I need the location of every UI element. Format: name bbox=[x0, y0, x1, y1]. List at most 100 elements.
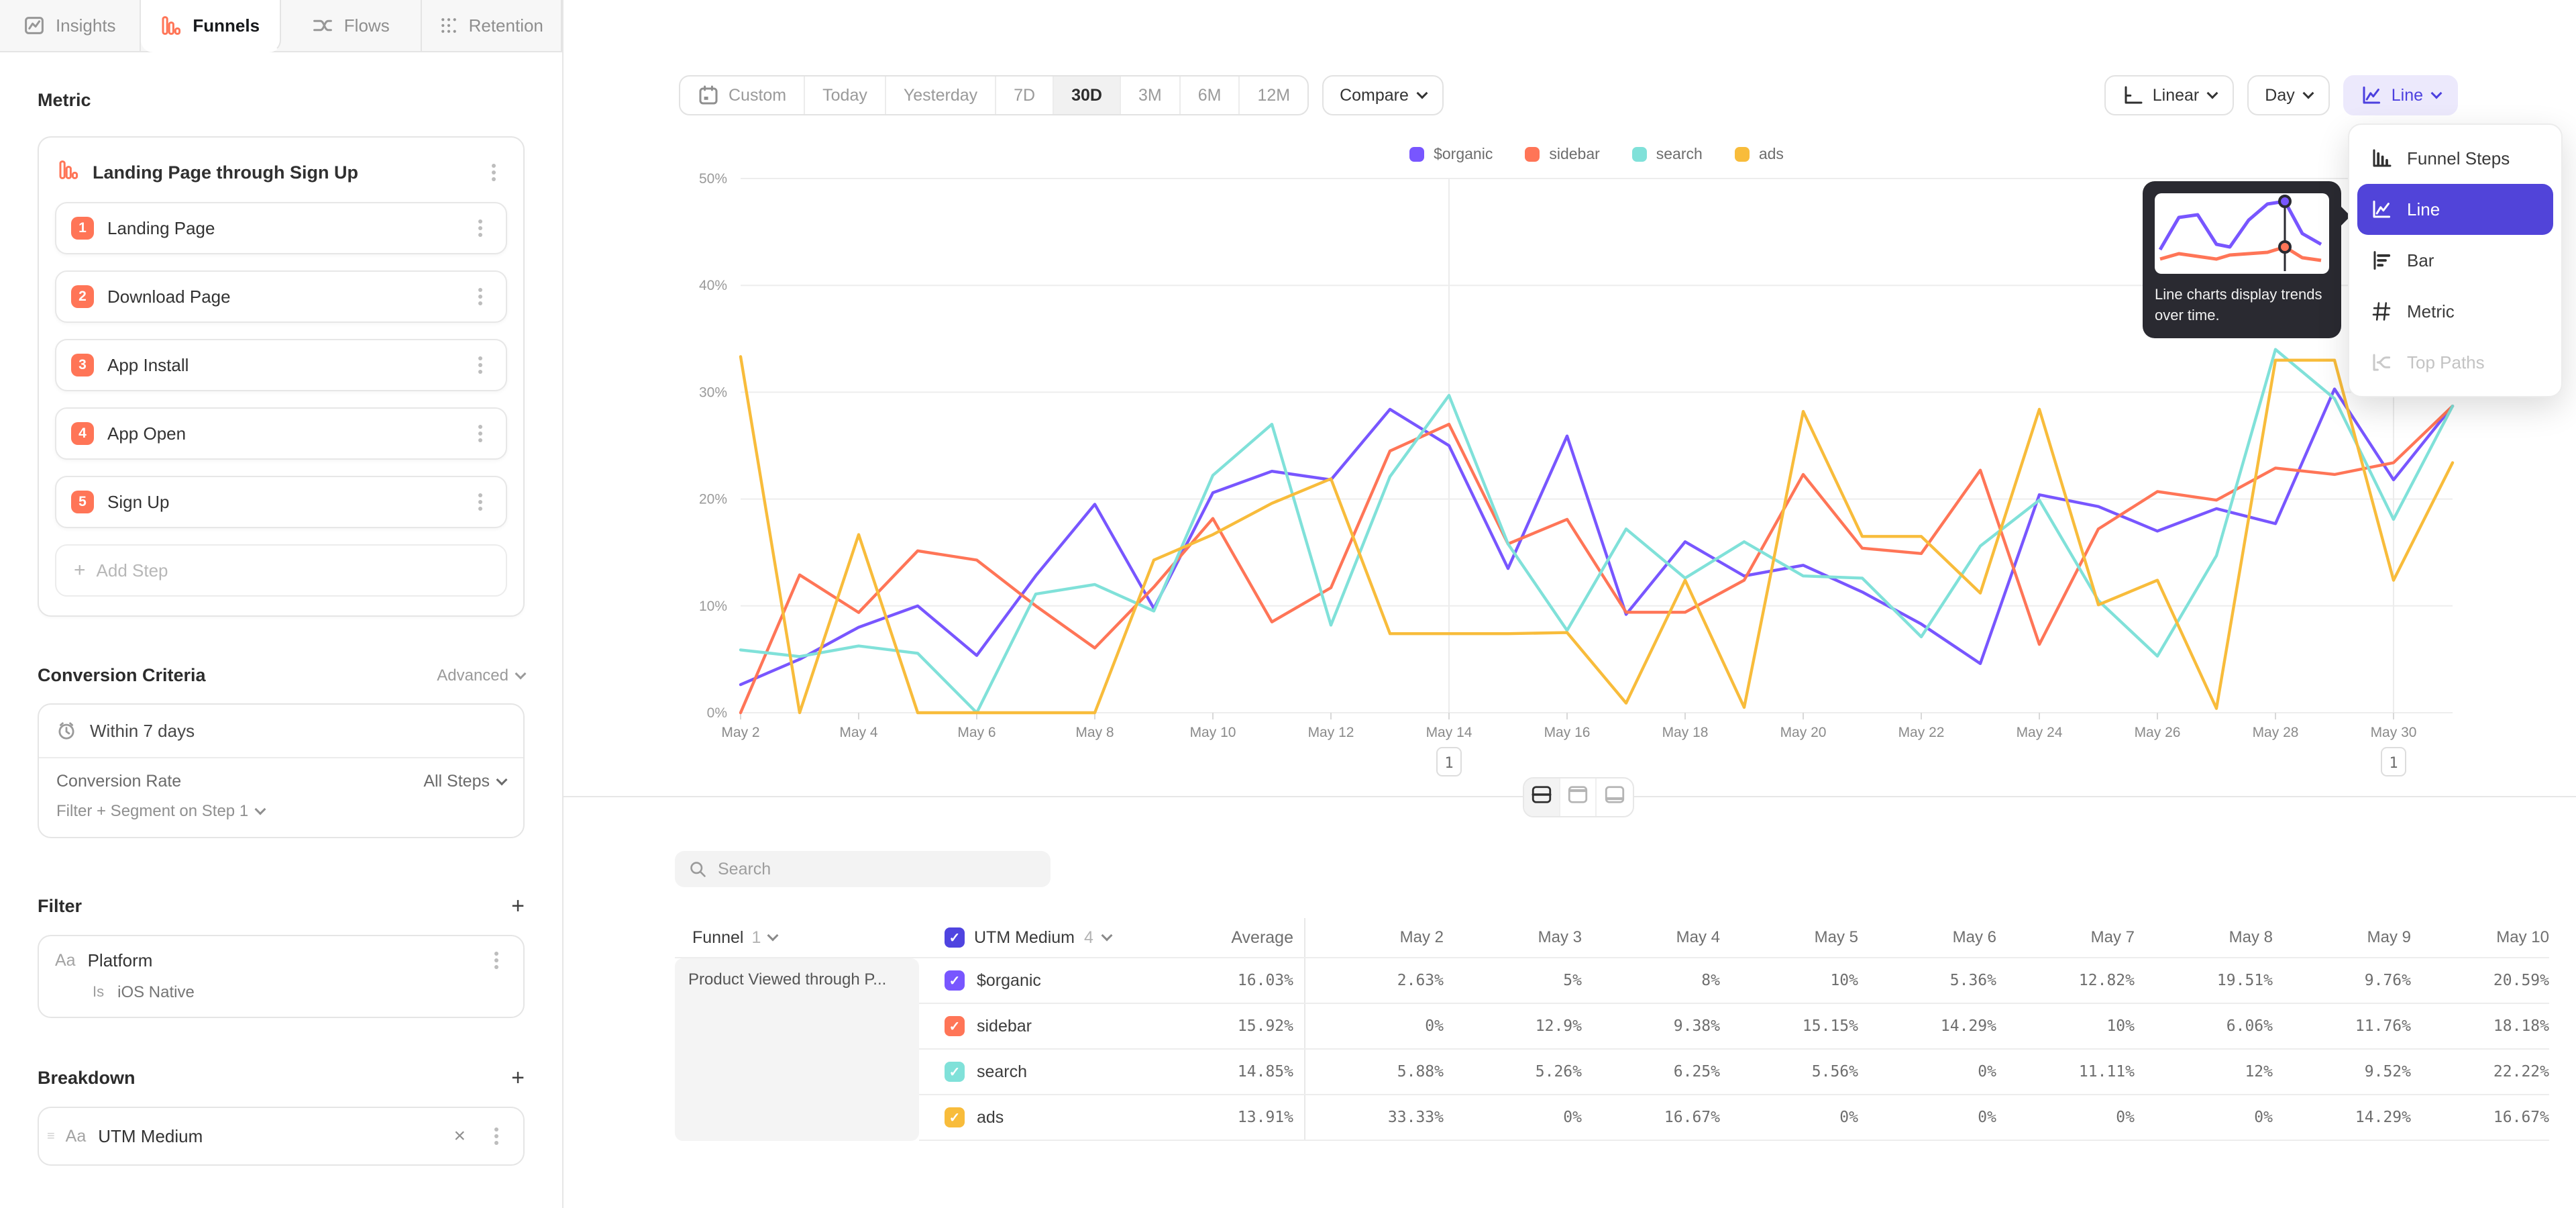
funnel-step-4[interactable]: 4 App Open bbox=[55, 407, 507, 460]
date-column-header[interactable]: May 9 bbox=[2273, 928, 2411, 947]
add-breakdown-button[interactable]: + bbox=[511, 1066, 525, 1089]
menu-item-line[interactable]: Line bbox=[2357, 184, 2553, 235]
breakdown-column-header[interactable]: ✓ UTM Medium 4 Average bbox=[919, 918, 1305, 957]
svg-text:May 18: May 18 bbox=[1662, 725, 1709, 740]
step-menu-button[interactable] bbox=[470, 421, 491, 446]
step-menu-button[interactable] bbox=[470, 216, 491, 240]
funnel-column-header[interactable]: Funnel 1 bbox=[675, 928, 919, 948]
breakdown-property-row[interactable]: ≡ Aa UTM Medium × bbox=[55, 1124, 507, 1148]
search-input[interactable] bbox=[718, 860, 1037, 879]
breakdown-menu-button[interactable] bbox=[486, 1124, 507, 1148]
segment-value-cell: 0% bbox=[1720, 1109, 1858, 1126]
funnel-name-cell[interactable]: Product Viewed through P... bbox=[675, 958, 919, 1141]
range-label: 3M bbox=[1138, 86, 1162, 105]
range-7d[interactable]: 7D bbox=[996, 77, 1054, 114]
table-row-sidebar: ✓ sidebar 15.92% 0%12.9%9.38%15.15%14.29… bbox=[919, 1004, 2549, 1050]
range-30d[interactable]: 30D bbox=[1054, 77, 1121, 114]
funnel-step-3[interactable]: 3 App Install bbox=[55, 339, 507, 391]
select-all-checkbox[interactable]: ✓ bbox=[945, 927, 965, 948]
segment-checkbox[interactable]: ✓ bbox=[945, 970, 965, 991]
date-column-header[interactable]: May 4 bbox=[1582, 928, 1720, 947]
filter-menu-button[interactable] bbox=[486, 948, 507, 972]
segment-checkbox[interactable]: ✓ bbox=[945, 1062, 965, 1082]
legend-swatch bbox=[1525, 147, 1540, 162]
step-menu-button[interactable] bbox=[470, 285, 491, 309]
range-custom[interactable]: Custom bbox=[680, 77, 805, 114]
funnel-menu-button[interactable] bbox=[483, 160, 504, 185]
date-column-header[interactable]: May 3 bbox=[1444, 928, 1582, 947]
svg-text:50%: 50% bbox=[699, 171, 727, 187]
drag-handle-icon[interactable]: ≡ bbox=[47, 1129, 54, 1144]
metric-card: Landing Page through Sign Up 1 Landing P… bbox=[38, 136, 525, 617]
segment-name-cell: ✓ sidebar 15.92% bbox=[919, 1004, 1305, 1048]
chevron-down-icon bbox=[1101, 930, 1112, 942]
range-3m[interactable]: 3M bbox=[1121, 77, 1181, 114]
table-row-search: ✓ search 14.85% 5.88%5.26%6.25%5.56%0%11… bbox=[919, 1050, 2549, 1095]
menu-item-funnel-steps[interactable]: Funnel Steps bbox=[2357, 133, 2553, 184]
metric-heading: Metric bbox=[38, 90, 525, 111]
legend-item-ads[interactable]: ads bbox=[1735, 145, 1784, 163]
filter-value[interactable]: iOS Native bbox=[117, 983, 195, 1002]
layout-table-only-button[interactable] bbox=[1597, 778, 1633, 816]
date-column-header[interactable]: May 10 bbox=[2411, 928, 2549, 947]
step-menu-button[interactable] bbox=[470, 353, 491, 377]
tab-insights[interactable]: Insights bbox=[0, 0, 141, 51]
segment-checkbox[interactable]: ✓ bbox=[945, 1016, 965, 1036]
tab-funnels[interactable]: Funnels bbox=[141, 0, 282, 52]
scale-dropdown[interactable]: Linear bbox=[2104, 75, 2235, 115]
menu-item-metric[interactable]: Metric bbox=[2357, 286, 2553, 337]
funnel-col-count: 1 bbox=[751, 928, 761, 948]
segment-average: 14.85% bbox=[1238, 1063, 1293, 1080]
range-12m[interactable]: 12M bbox=[1240, 77, 1307, 114]
funnel-step-5[interactable]: 5 Sign Up bbox=[55, 476, 507, 528]
chevron-down-icon bbox=[255, 804, 266, 815]
funnels-icon bbox=[160, 15, 182, 36]
funnel-step-1[interactable]: 1 Landing Page bbox=[55, 202, 507, 254]
table-search[interactable] bbox=[675, 851, 1051, 887]
legend-item-search[interactable]: search bbox=[1632, 145, 1703, 163]
date-column-header[interactable]: May 8 bbox=[2135, 928, 2273, 947]
segment-value-cell: 10% bbox=[1996, 1017, 2135, 1035]
step-number-badge: 4 bbox=[71, 422, 94, 445]
funnel-metric-header[interactable]: Landing Page through Sign Up bbox=[55, 154, 507, 202]
add-step-label: Add Step bbox=[97, 560, 168, 581]
layout-split-button[interactable] bbox=[1524, 778, 1560, 816]
segment-checkbox[interactable]: ✓ bbox=[945, 1107, 965, 1127]
layout-chart-only-button[interactable] bbox=[1560, 778, 1597, 816]
date-column-header[interactable]: May 2 bbox=[1305, 928, 1444, 947]
menu-item-label: Funnel Steps bbox=[2407, 148, 2510, 169]
range-6m[interactable]: 6M bbox=[1181, 77, 1240, 114]
chart-legend: $organic sidebar search ads bbox=[741, 145, 2453, 163]
tab-flows[interactable]: Flows bbox=[281, 0, 422, 51]
svg-text:10%: 10% bbox=[699, 599, 727, 614]
date-column-header[interactable]: May 6 bbox=[1858, 928, 1996, 947]
svg-text:May 12: May 12 bbox=[1308, 725, 1354, 740]
range-yesterday[interactable]: Yesterday bbox=[886, 77, 996, 114]
add-filter-button[interactable]: + bbox=[511, 895, 525, 917]
legend-item-sidebar[interactable]: sidebar bbox=[1525, 145, 1599, 163]
tab-retention[interactable]: Retention bbox=[422, 0, 563, 51]
date-column-header[interactable]: May 7 bbox=[1996, 928, 2135, 947]
svg-text:May 14: May 14 bbox=[1426, 725, 1472, 740]
advanced-toggle[interactable]: Advanced bbox=[437, 666, 525, 685]
range-today[interactable]: Today bbox=[805, 77, 886, 114]
date-column-header[interactable]: May 5 bbox=[1720, 928, 1858, 947]
all-steps-dropdown[interactable]: All Steps bbox=[423, 772, 506, 791]
legend-item-organic[interactable]: $organic bbox=[1409, 145, 1493, 163]
compare-button[interactable]: Compare bbox=[1322, 75, 1444, 115]
conversion-window-row[interactable]: Within 7 days bbox=[39, 705, 523, 758]
filter-property-row[interactable]: Aa Platform bbox=[55, 948, 507, 972]
filter-operator[interactable]: Is bbox=[93, 983, 104, 1002]
remove-breakdown-icon[interactable]: × bbox=[453, 1126, 466, 1146]
add-step-button[interactable]: + Add Step bbox=[55, 544, 507, 597]
conversion-criteria-card: Within 7 days Conversion Rate All Steps … bbox=[38, 703, 525, 838]
filter-segment-toggle[interactable]: Filter + Segment on Step 1 bbox=[56, 802, 506, 821]
metric-icon bbox=[2371, 301, 2392, 322]
funnel-step-2[interactable]: 2 Download Page bbox=[55, 270, 507, 323]
menu-item-bar[interactable]: Bar bbox=[2357, 235, 2553, 286]
chart-type-dropdown[interactable]: Line bbox=[2343, 75, 2458, 115]
menu-item-top-paths: Top Paths bbox=[2357, 337, 2553, 388]
step-menu-button[interactable] bbox=[470, 490, 491, 514]
breakdown-card: ≡ Aa UTM Medium × bbox=[38, 1107, 525, 1166]
interval-dropdown[interactable]: Day bbox=[2247, 75, 2329, 115]
